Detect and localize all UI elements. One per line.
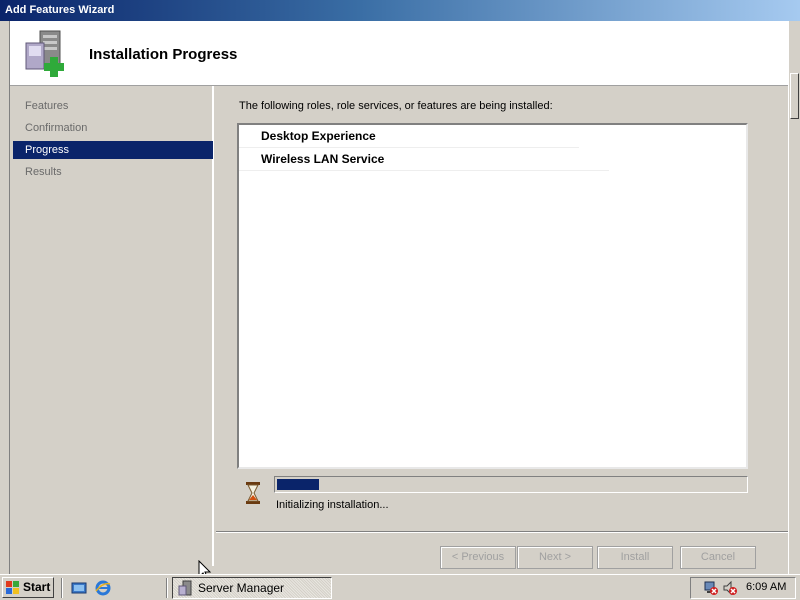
progress-fill (277, 479, 319, 490)
start-button[interactable]: Start (2, 577, 54, 598)
wizard-header: Installation Progress (10, 21, 788, 86)
windows-logo-icon (6, 581, 19, 594)
server-add-icon (25, 30, 64, 77)
start-label: Start (23, 580, 51, 594)
nav-item-features[interactable]: Features (13, 97, 213, 115)
scrollbar-thumb[interactable] (790, 73, 799, 119)
window-title: Add Features Wizard (5, 4, 115, 16)
scrollbar[interactable] (788, 21, 800, 574)
server-manager-quicklaunch-icon[interactable] (71, 580, 87, 596)
nav-item-confirmation[interactable]: Confirmation (13, 119, 213, 137)
taskbar-separator (166, 578, 168, 598)
clock[interactable]: 6:09 AM (746, 581, 786, 593)
nav-item-results[interactable]: Results (13, 163, 213, 181)
previous-button[interactable]: < Previous (440, 546, 516, 569)
features-list[interactable]: Desktop Experience Wireless LAN Service (237, 123, 748, 469)
close-icon[interactable] (783, 3, 797, 17)
content-pane: The following roles, role services, or f… (216, 86, 788, 531)
wizard-nav: Features Confirmation Progress Results (11, 86, 214, 566)
list-item: Wireless LAN Service (239, 148, 609, 171)
nav-item-progress[interactable]: Progress (13, 141, 213, 159)
list-item: Desktop Experience (239, 125, 579, 148)
button-divider (216, 531, 788, 533)
taskbar: Start Server Manager 6:09 AM (0, 574, 800, 600)
network-disconnected-icon[interactable] (703, 580, 719, 596)
server-manager-icon (178, 580, 192, 596)
title-bar[interactable]: Add Features Wizard (0, 0, 800, 21)
window-frame-left (0, 21, 10, 574)
page-title: Installation Progress (89, 46, 238, 63)
install-button[interactable]: Install (597, 546, 673, 569)
system-tray: 6:09 AM (690, 577, 796, 599)
volume-muted-icon[interactable] (722, 580, 738, 596)
cancel-button[interactable]: Cancel (680, 546, 756, 569)
taskbar-item-server-manager[interactable]: Server Manager (172, 577, 332, 599)
status-text: Initializing installation... (276, 499, 389, 511)
intro-text: The following roles, role services, or f… (239, 100, 553, 112)
next-button[interactable]: Next > (517, 546, 593, 569)
progress-bar (274, 476, 748, 493)
wizard-window: Add Features Wizard Installation Progres… (0, 0, 800, 574)
quicklaunch-separator (61, 578, 63, 598)
internet-explorer-icon[interactable] (95, 580, 111, 596)
hourglass-icon (246, 482, 260, 504)
taskbar-item-label: Server Manager (198, 581, 285, 595)
